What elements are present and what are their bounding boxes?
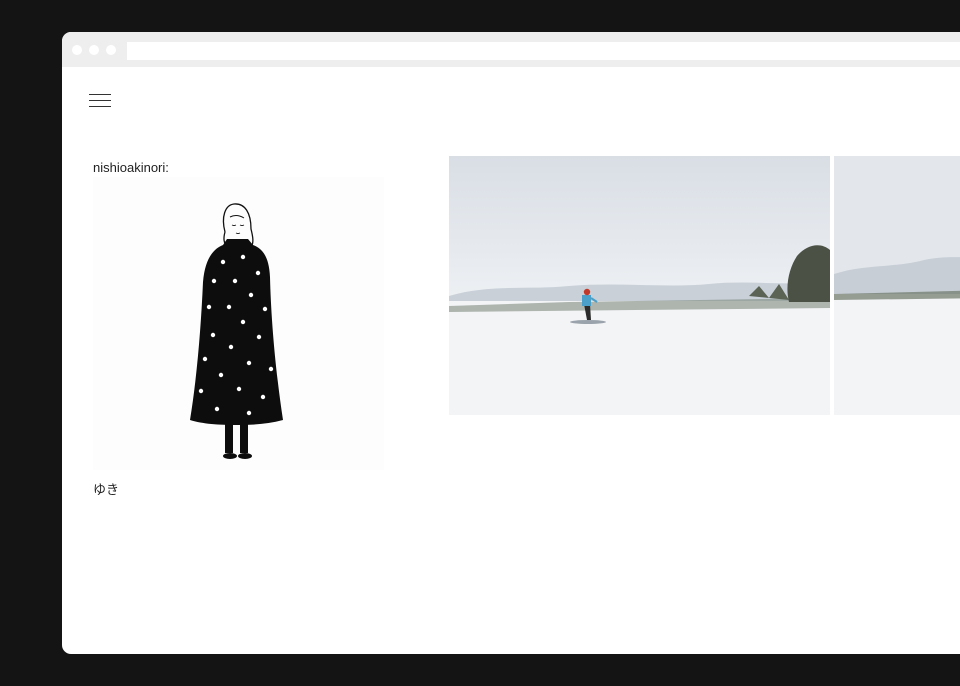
post-caption[interactable]: ゆき (93, 479, 119, 498)
minimize-window-button[interactable] (89, 45, 99, 55)
post-author[interactable]: nishioakinori: (93, 160, 169, 175)
browser-window: nishioakinori: ゆき (62, 32, 960, 654)
skier-photo[interactable] (449, 156, 830, 415)
snowfield-photo[interactable] (834, 156, 960, 415)
maximize-window-button[interactable] (106, 45, 116, 55)
window-controls (72, 45, 116, 55)
browser-titlebar (62, 32, 960, 67)
address-bar[interactable] (127, 42, 960, 60)
close-window-button[interactable] (72, 45, 82, 55)
hamburger-menu-icon[interactable] (89, 94, 111, 110)
post-illustration (93, 177, 384, 470)
